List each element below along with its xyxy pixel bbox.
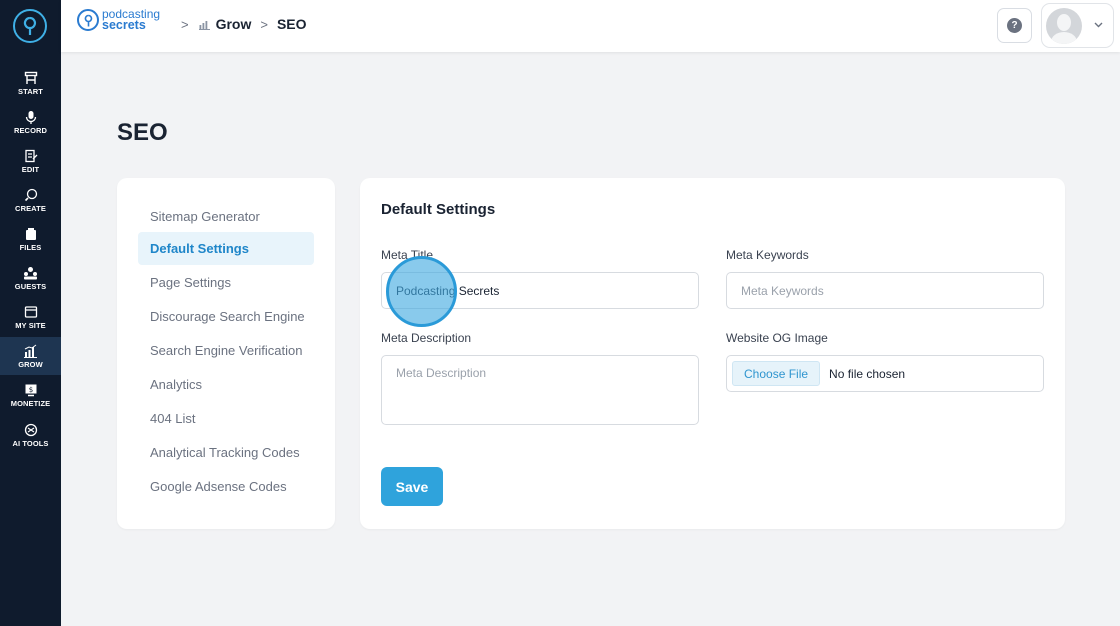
seo-nav-google-adsense-codes[interactable]: Google Adsense Codes [138, 470, 314, 503]
bar-chart-icon [23, 343, 39, 359]
chevron-down-icon [1094, 20, 1103, 31]
seo-nav-card: Sitemap Generator Default Settings Page … [117, 178, 335, 529]
section-title: Default Settings [381, 201, 496, 218]
rail-label: FILES [19, 243, 42, 252]
rail-item-create[interactable]: CREATE [0, 181, 61, 219]
brand-name-line2: secrets [102, 18, 146, 32]
brand-logo[interactable]: podcasting secrets [77, 8, 160, 32]
breadcrumb: > Grow > SEO [178, 16, 307, 32]
ai-tools-icon [23, 422, 39, 438]
meta-description-textarea[interactable]: Meta Description [381, 355, 699, 425]
svg-text:$: $ [28, 386, 32, 394]
save-button[interactable]: Save [381, 467, 443, 506]
files-icon [23, 226, 39, 242]
seo-nav-analytical-tracking-codes[interactable]: Analytical Tracking Codes [138, 436, 314, 469]
rail-item-edit[interactable]: EDIT [0, 142, 61, 180]
avatar [1046, 7, 1082, 44]
seo-nav-discourage-search-engine[interactable]: Discourage Search Engine [138, 300, 314, 333]
help-button[interactable]: ? [997, 8, 1032, 43]
create-icon [23, 187, 39, 203]
meta-title-label: Meta Title [381, 248, 434, 262]
rail-item-monetize[interactable]: $ MONETIZE [0, 376, 61, 414]
file-status: No file chosen [829, 366, 906, 381]
meta-keywords-label: Meta Keywords [726, 248, 809, 262]
default-settings-card: Default Settings Meta Title Podcasting S… [360, 178, 1065, 529]
user-menu-button[interactable] [1041, 3, 1114, 48]
breadcrumb-seo: SEO [276, 16, 307, 32]
choose-file-button[interactable]: Choose File [732, 361, 821, 386]
rail-item-files[interactable]: FILES [0, 220, 61, 258]
brand-mark-icon [77, 9, 99, 31]
rail-label: MY SITE [15, 321, 46, 330]
meta-keywords-input[interactable]: Meta Keywords [726, 272, 1044, 309]
seo-nav-default-settings[interactable]: Default Settings [138, 232, 314, 265]
rail-label: GROW [18, 360, 43, 369]
top-bar: podcasting secrets > Grow > SEO ? [61, 0, 1120, 52]
app-rail: START RECORD EDIT CREATE FILES GUESTS MY… [0, 0, 61, 626]
rail-label: AI TOOLS [12, 439, 49, 448]
seo-nav-404-list[interactable]: 404 List [138, 402, 314, 435]
help-icon: ? [1007, 18, 1022, 33]
rail-label: GUESTS [14, 282, 47, 291]
og-image-label: Website OG Image [726, 331, 828, 345]
rail-item-guests[interactable]: GUESTS [0, 259, 61, 297]
breadcrumb-separator: > [181, 16, 189, 32]
rail-label: RECORD [13, 126, 48, 135]
seo-nav-search-engine-verification[interactable]: Search Engine Verification [138, 334, 314, 367]
website-icon [23, 304, 39, 320]
og-image-file-input[interactable]: Choose File No file chosen [726, 355, 1044, 392]
seo-nav-page-settings[interactable]: Page Settings [138, 266, 314, 299]
rail-item-record[interactable]: RECORD [0, 103, 61, 141]
rail-label: MONETIZE [10, 399, 51, 408]
start-icon [23, 70, 39, 86]
page-title: SEO [117, 119, 168, 146]
rail-item-ai-tools[interactable]: AI TOOLS [0, 416, 61, 454]
app-logo-icon[interactable] [13, 9, 47, 43]
rail-item-start[interactable]: START [0, 64, 61, 102]
meta-description-label: Meta Description [381, 331, 472, 345]
bar-chart-icon [198, 18, 211, 30]
microphone-icon [23, 109, 39, 125]
breadcrumb-separator: > [260, 16, 268, 32]
seo-nav-sitemap-generator[interactable]: Sitemap Generator [138, 200, 314, 233]
rail-item-my-site[interactable]: MY SITE [0, 298, 61, 336]
guests-icon [23, 265, 39, 281]
edit-icon [23, 148, 39, 164]
meta-title-input[interactable]: Podcasting Secrets [381, 272, 699, 309]
rail-label: EDIT [21, 165, 40, 174]
rail-label: CREATE [15, 204, 46, 213]
rail-item-grow[interactable]: GROW [0, 337, 61, 375]
monetize-icon: $ [23, 382, 39, 398]
rail-label: START [18, 87, 43, 96]
breadcrumb-grow[interactable]: Grow [216, 16, 252, 32]
seo-nav-analytics[interactable]: Analytics [138, 368, 314, 401]
